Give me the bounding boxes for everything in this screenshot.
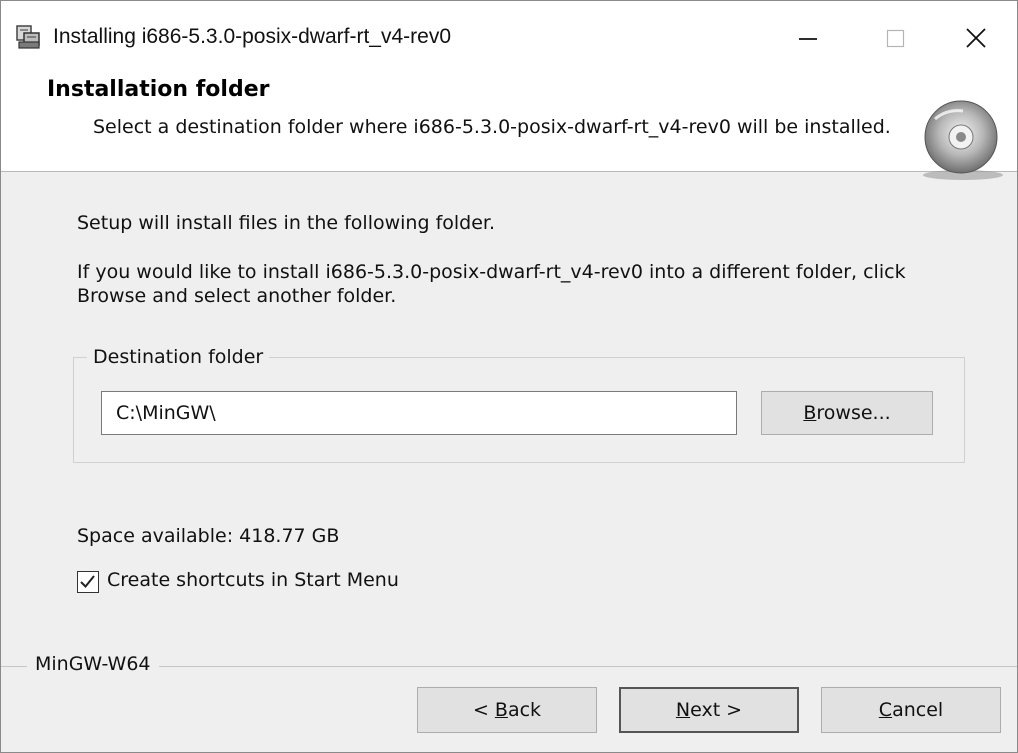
back-mnemonic: B — [494, 699, 508, 721]
disc-icon — [923, 100, 1003, 180]
maximize-button[interactable] — [869, 15, 923, 59]
close-button[interactable] — [949, 15, 1003, 59]
destination-path-input[interactable] — [101, 391, 737, 435]
page-title: Installation folder — [47, 77, 270, 102]
checkmark-icon — [80, 575, 95, 588]
title-bar[interactable]: Installing i686-5.3.0-posix-dwarf-rt_v4-… — [1, 1, 1017, 65]
page-description: Select a destination folder where i686-5… — [93, 116, 891, 138]
space-available: Space available: 418.77 GB — [77, 525, 340, 547]
browse-label: rowse... — [816, 402, 891, 424]
next-mnemonic: N — [675, 699, 691, 721]
installer-window: Installing i686-5.3.0-posix-dwarf-rt_v4-… — [0, 0, 1018, 753]
browse-mnemonic: B — [803, 402, 817, 424]
next-button[interactable]: Next > — [619, 687, 799, 733]
brand-label: MinGW-W64 — [27, 653, 159, 675]
shortcuts-label[interactable]: Create shortcuts in Start Menu — [107, 569, 399, 591]
window-title: Installing i686-5.3.0-posix-dwarf-rt_v4-… — [53, 25, 452, 48]
browse-button[interactable]: Browse... — [761, 391, 933, 435]
back-label: ack — [507, 699, 542, 721]
setup-icon — [16, 25, 40, 49]
cancel-label: ancel — [892, 699, 944, 721]
minimize-icon — [799, 38, 817, 40]
close-icon — [966, 28, 986, 48]
maximize-icon — [886, 29, 905, 48]
back-prefix: < — [472, 699, 495, 721]
shortcuts-checkbox[interactable] — [77, 571, 99, 593]
destination-legend: Destination folder — [87, 346, 270, 368]
instructions-text: If you would like to install i686-5.3.0-… — [77, 261, 906, 307]
wizard-header: Installation folder Select a destination… — [1, 65, 1017, 180]
cancel-mnemonic: C — [878, 699, 893, 721]
minimize-button[interactable] — [781, 15, 835, 59]
next-label: ext > — [690, 699, 743, 721]
cancel-button[interactable]: Cancel — [821, 687, 1001, 733]
back-button[interactable]: < Back — [417, 687, 597, 733]
intro-text: Setup will install files in the followin… — [77, 212, 496, 234]
